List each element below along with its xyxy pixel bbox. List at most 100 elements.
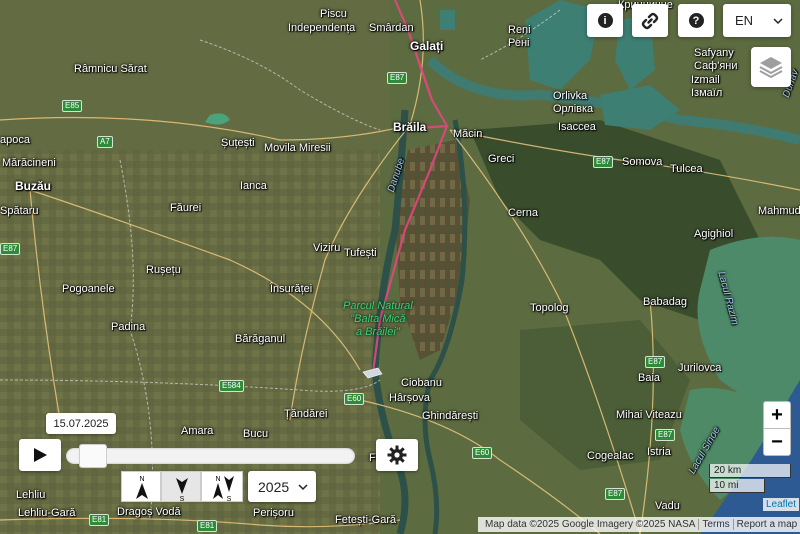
terms-link[interactable]: Terms <box>698 519 732 530</box>
road-shield: E87 <box>645 356 666 368</box>
road-shield: E87 <box>593 156 614 168</box>
label-apoca: apoca <box>0 134 30 146</box>
current-date: 15.07.2025 <box>46 413 116 434</box>
label-ramnicu: Râmnicu Sărat <box>74 63 147 75</box>
label-babadag: Babadag <box>643 296 688 308</box>
attribution-text: Map data ©2025 Google Imagery ©2025 NASA <box>485 519 696 530</box>
scale-mi: 10 mi <box>709 479 765 493</box>
language-select[interactable]: EN <box>723 4 791 37</box>
label-tufesti: Tufești <box>344 247 377 259</box>
label-vadu: Vadu <box>655 500 680 512</box>
compass-both-south-letter: S <box>227 496 232 503</box>
chevron-down-icon <box>773 17 783 24</box>
label-rusetu: Rușețu <box>146 264 181 276</box>
label-piscu: Piscu <box>320 8 347 20</box>
compass-both-north-letter: N <box>215 476 220 483</box>
link-icon <box>641 12 659 29</box>
label-harsova: Hârșova <box>389 392 430 404</box>
orientation-both-button[interactable]: N S <box>201 471 243 503</box>
compass-south-letter: S <box>180 496 185 503</box>
label-lehliu-gara: Lehliu-Gară <box>18 507 76 519</box>
label-sutesti: Șuțești <box>221 137 255 149</box>
info-icon: i <box>597 13 613 28</box>
label-baraganul: Bărăganul <box>235 333 286 345</box>
year-select[interactable]: 2025 <box>248 471 316 502</box>
label-maracineni: Mărăcineni <box>2 157 56 169</box>
settings-button[interactable] <box>376 439 418 471</box>
road-shield: E85 <box>62 100 83 112</box>
gear-icon <box>387 445 407 465</box>
compass-north-letter: N <box>139 476 144 483</box>
orientation-north-button[interactable]: N <box>121 471 161 502</box>
chevron-down-icon <box>298 483 308 490</box>
road-shield: E87 <box>0 243 21 255</box>
label-perisoru: Perișoru <box>253 507 294 519</box>
label-istria: Istria <box>647 446 671 458</box>
label-reni: Reni Рені <box>508 24 531 49</box>
label-park: Parcul Natural "Balta Mică a Brăilei" <box>343 300 413 338</box>
road-shield: A7 <box>97 136 113 148</box>
label-safyany: Safyany Саф'яни <box>694 47 738 72</box>
label-padina: Padina <box>111 321 146 333</box>
label-somova: Somova <box>622 156 663 168</box>
play-icon <box>34 448 47 462</box>
label-amara: Amara <box>181 425 214 437</box>
label-orlivka: Orlivka Орлівка <box>553 90 594 115</box>
label-mahmud: Mahmud <box>758 205 800 217</box>
language-value: EN <box>735 13 754 28</box>
label-smardan: Smârdan <box>369 22 414 34</box>
label-macin: Măcin <box>453 128 483 140</box>
info-button[interactable]: i <box>587 4 623 37</box>
label-viziru: Viziru <box>313 242 341 254</box>
scale-km: 20 km <box>709 464 791 478</box>
zoom-out-button[interactable]: − <box>763 428 791 456</box>
label-buzau: Buzău <box>15 179 51 193</box>
label-faurei: Făurei <box>170 202 202 214</box>
help-icon: ? <box>688 13 704 28</box>
label-bucu: Bucu <box>243 428 269 440</box>
south-arrow-icon: S <box>176 478 188 503</box>
road-shield: E60 <box>344 393 365 405</box>
help-button[interactable]: ? <box>678 4 714 37</box>
label-independenta: Independența <box>288 22 356 34</box>
label-mihai-viteazu: Mihai Viteazu <box>616 409 682 421</box>
road-shield: E87 <box>655 429 676 441</box>
leaflet-link[interactable]: Leaflet <box>763 498 800 511</box>
label-tandarei: Țăndărei <box>284 408 328 420</box>
label-spataru: Spătaru <box>0 205 39 217</box>
road-shield: E584 <box>219 380 244 392</box>
label-agighiol: Agighiol <box>694 228 734 240</box>
year-value: 2025 <box>258 478 290 495</box>
zoom-in-button[interactable]: + <box>763 401 791 429</box>
orientation-south-button[interactable]: S <box>161 471 201 503</box>
label-ghindaresti: Ghindărești <box>422 410 479 422</box>
label-movila: Movila Miresii <box>264 142 331 154</box>
label-fetesti: Fetești-Gară <box>335 514 397 526</box>
road-shield: E81 <box>89 514 110 526</box>
label-isaccea: Isaccea <box>558 121 596 133</box>
label-braila: Brăila <box>393 120 427 134</box>
map-attribution: Map data ©2025 Google Imagery ©2025 NASA… <box>478 517 800 532</box>
north-arrow-icon: N <box>136 476 148 499</box>
label-topolog: Topolog <box>530 302 569 314</box>
road-shield: E60 <box>472 447 493 459</box>
both-arrows-icon: N S <box>213 476 234 503</box>
road-shield: E81 <box>197 520 218 532</box>
label-cerna: Cerna <box>508 207 538 219</box>
road-shield: E87 <box>387 72 408 84</box>
label-ciobanu: Ciobanu <box>401 377 442 389</box>
label-cogealac: Cogealac <box>587 450 634 462</box>
label-pogoanele: Pogoanele <box>62 283 115 295</box>
label-ianca: Ianca <box>240 180 267 192</box>
report-error-link[interactable]: Report a map error <box>732 519 800 530</box>
label-jurilovca: Jurilovca <box>678 362 722 374</box>
share-link-button[interactable] <box>632 4 668 37</box>
timeline-slider[interactable] <box>66 444 355 468</box>
layers-button[interactable] <box>751 47 791 87</box>
label-baia: Baia <box>638 372 661 384</box>
road-shield: E87 <box>605 488 626 500</box>
label-dragos-voda: Dragoș Vodă <box>117 506 181 518</box>
label-insuratei: Însurăței <box>270 283 313 295</box>
timeline-slider-handle[interactable] <box>79 444 107 468</box>
play-button[interactable] <box>19 439 61 471</box>
